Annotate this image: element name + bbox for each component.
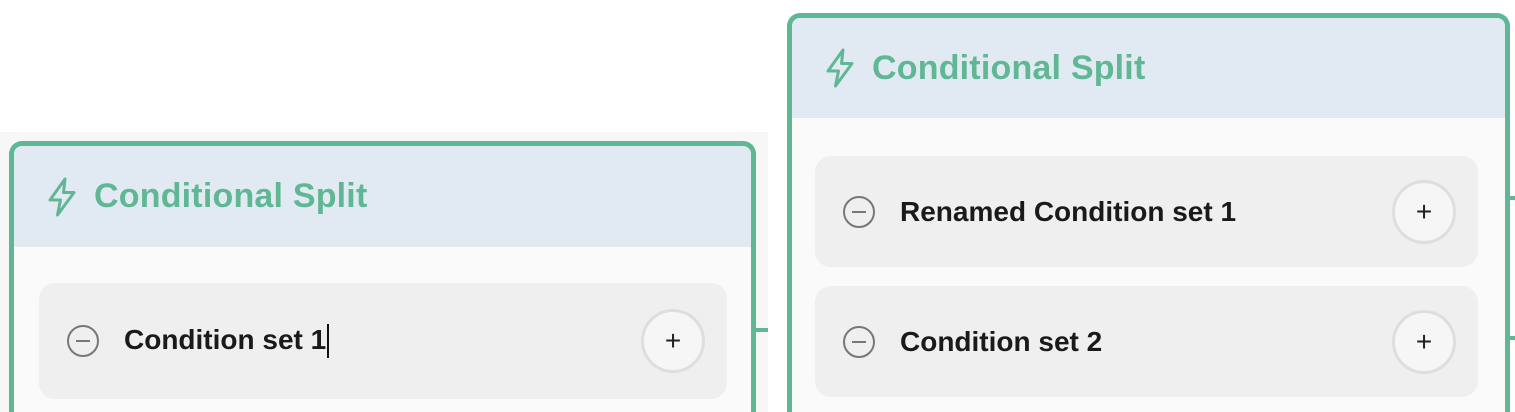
- node-header: Conditional Split: [14, 146, 751, 247]
- conditional-split-node[interactable]: Conditional Split Condition set 1 +: [9, 141, 756, 412]
- left-screenshot-panel: Conditional Split Condition set 1 +: [0, 132, 768, 412]
- remove-condition-icon[interactable]: [843, 195, 875, 228]
- connector-line: [756, 328, 768, 332]
- condition-set-row[interactable]: Condition set 2 +: [815, 286, 1478, 397]
- node-title: Conditional Split: [872, 48, 1146, 87]
- remove-condition-icon[interactable]: [67, 325, 99, 357]
- right-screenshot-panel: Conditional Split Renamed Condition set …: [778, 0, 1515, 412]
- condition-set-name[interactable]: Condition set 2: [900, 326, 1102, 358]
- remove-condition-icon[interactable]: [843, 325, 875, 358]
- add-condition-button[interactable]: +: [1392, 179, 1456, 244]
- conditional-split-node[interactable]: Conditional Split Renamed Condition set …: [787, 13, 1510, 412]
- node-header: Conditional Split: [792, 18, 1505, 118]
- add-condition-button[interactable]: +: [641, 309, 705, 373]
- condition-set-row[interactable]: Condition set 1 +: [39, 283, 727, 399]
- condition-set-name-input[interactable]: Condition set 1: [124, 324, 330, 359]
- condition-set-row[interactable]: Renamed Condition set 1 +: [815, 156, 1478, 267]
- lightning-bolt-icon: [826, 48, 854, 88]
- connector-line: [1510, 336, 1515, 340]
- condition-set-name[interactable]: Renamed Condition set 1: [900, 196, 1236, 228]
- connector-line: [1510, 196, 1515, 200]
- add-condition-button[interactable]: +: [1392, 309, 1456, 374]
- node-title: Conditional Split: [94, 177, 368, 215]
- lightning-bolt-icon: [48, 177, 76, 216]
- text-cursor: [327, 324, 330, 359]
